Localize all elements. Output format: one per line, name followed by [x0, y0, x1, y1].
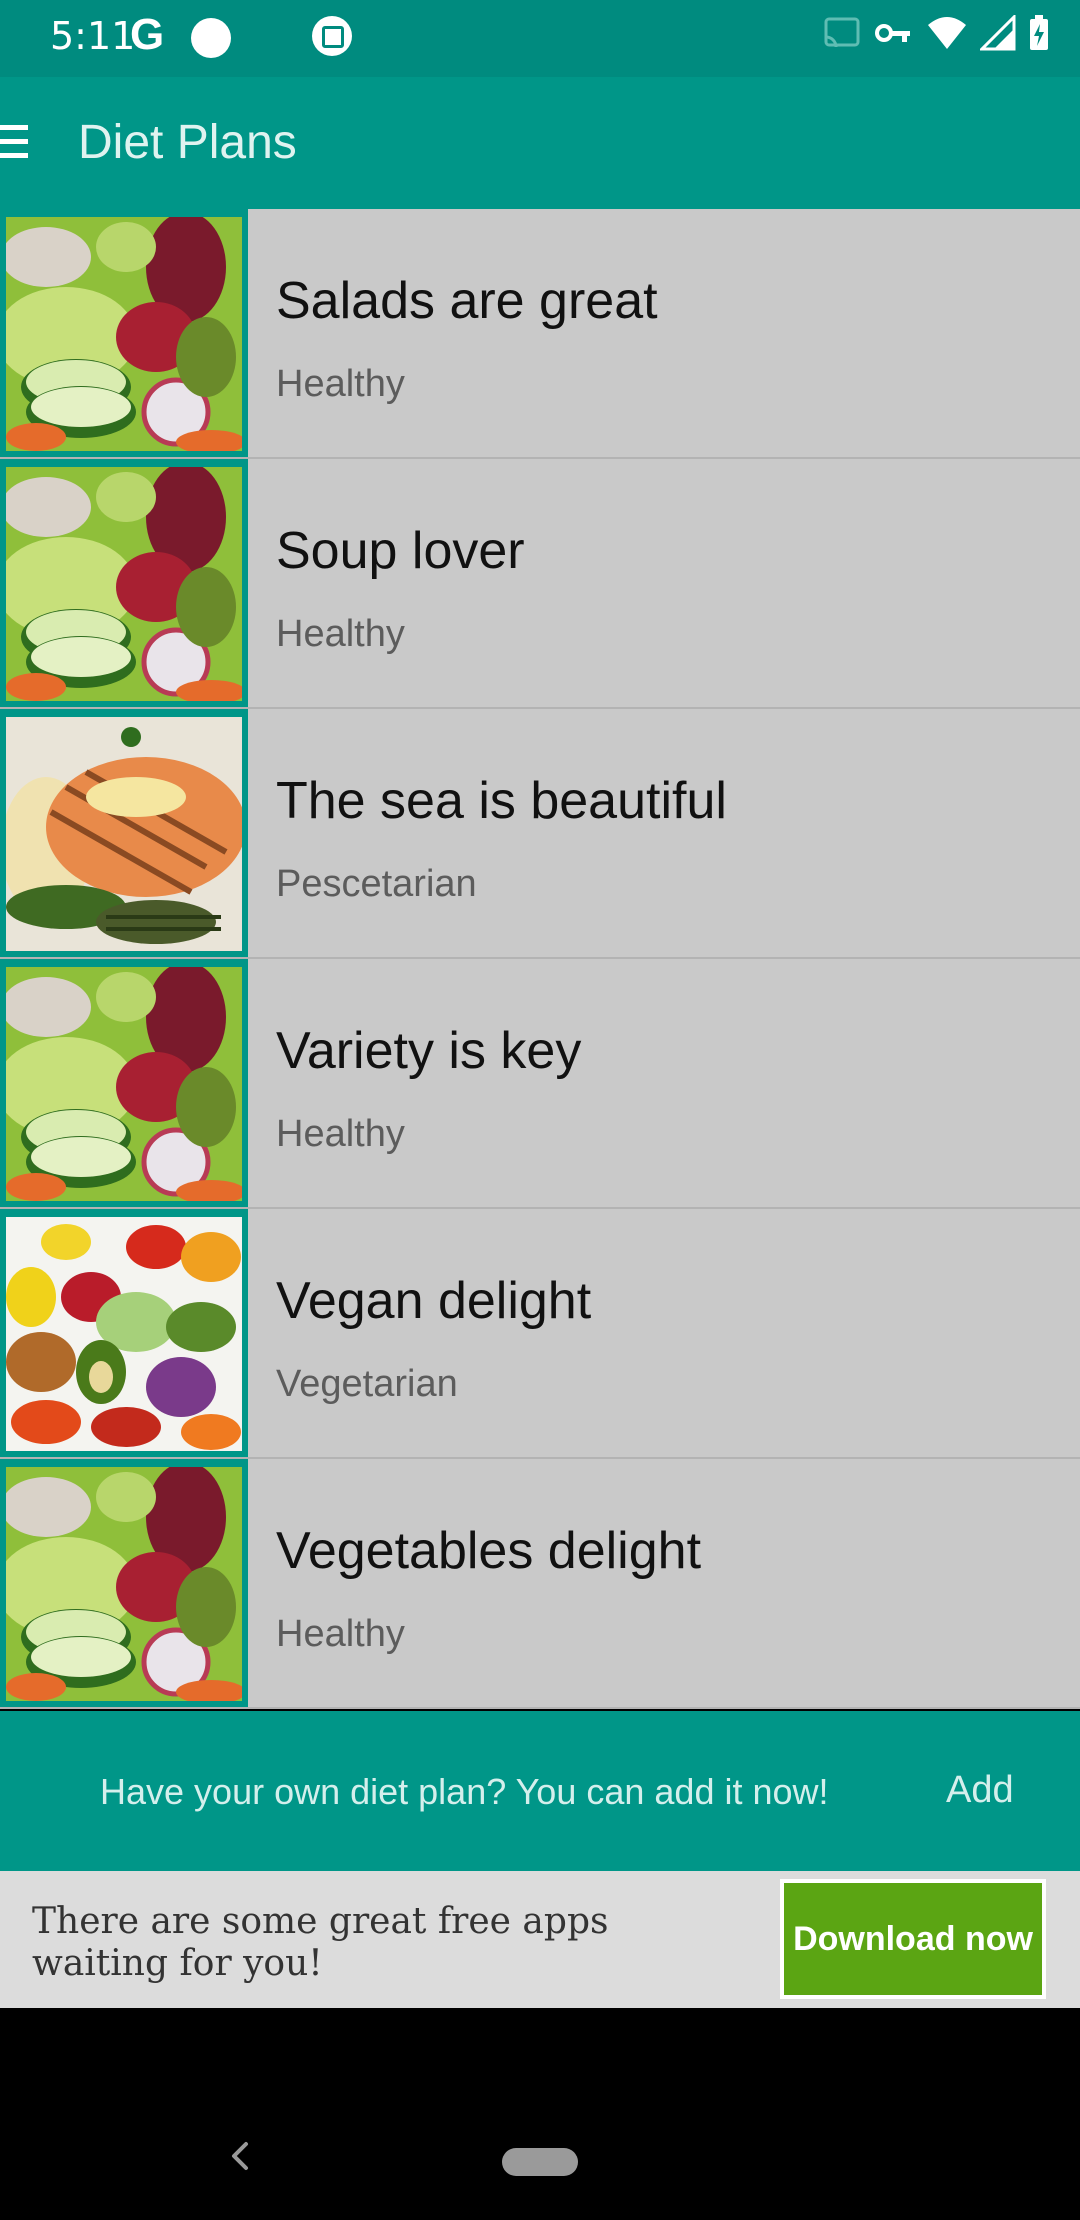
thumbnail-frame — [0, 709, 248, 957]
signal-icon — [980, 15, 1016, 51]
screenshot-icon — [312, 16, 352, 56]
vpn-key-icon — [875, 24, 910, 42]
ad-text: There are some great free apps waiting f… — [32, 1901, 609, 1984]
thumbnail-frame — [0, 959, 248, 1207]
google-icon: G — [130, 10, 165, 59]
status-icons — [822, 14, 1050, 52]
diet-plan-title: Soup lover — [276, 522, 525, 580]
app-bar: Diet Plans — [0, 77, 1080, 209]
status-bar: 5:11 G — [0, 0, 1080, 77]
vegetables-image — [6, 1217, 242, 1451]
add-button[interactable]: Add — [946, 1769, 1014, 1812]
diet-plan-item[interactable]: Variety is key Healthy — [0, 959, 1080, 1209]
add-plan-bar: Have your own diet plan? You can add it … — [0, 1711, 1080, 1871]
system-nav-bar — [0, 2008, 1080, 2220]
diet-plan-item[interactable]: Soup lover Healthy — [0, 459, 1080, 709]
diet-plan-title: Vegan delight — [276, 1272, 592, 1330]
menu-icon[interactable] — [0, 125, 30, 161]
notification-dot-icon — [191, 18, 231, 58]
salad-image — [6, 967, 242, 1201]
thumbnail-frame — [0, 1459, 248, 1707]
diet-plan-list: Salads are great Healthy Soup lover Heal… — [0, 209, 1080, 1709]
salad-image — [6, 467, 242, 701]
add-plan-prompt: Have your own diet plan? You can add it … — [100, 1771, 829, 1812]
diet-plan-title: The sea is beautiful — [276, 772, 727, 830]
thumbnail-frame — [0, 209, 248, 457]
salad-image — [6, 1467, 242, 1701]
diet-plan-category: Pescetarian — [276, 863, 477, 905]
ad-banner[interactable]: There are some great free apps waiting f… — [0, 1871, 1080, 2008]
diet-plan-title: Salads are great — [276, 272, 658, 330]
salmon-image — [6, 717, 242, 951]
diet-plan-item[interactable]: The sea is beautiful Pescetarian — [0, 709, 1080, 959]
home-pill-icon[interactable] — [502, 2148, 578, 2176]
diet-plan-title: Vegetables delight — [276, 1522, 702, 1580]
download-now-label: Download now — [784, 1883, 1042, 1995]
back-icon[interactable] — [228, 2138, 252, 2174]
thumbnail-frame — [0, 1209, 248, 1457]
page-title: Diet Plans — [78, 116, 297, 169]
diet-plan-category: Vegetarian — [276, 1363, 458, 1405]
diet-plan-category: Healthy — [276, 363, 405, 405]
diet-plan-category: Healthy — [276, 1113, 405, 1155]
salad-image — [6, 217, 242, 451]
thumbnail-frame — [0, 459, 248, 707]
diet-plan-item[interactable]: Vegetables delight Healthy — [0, 1459, 1080, 1709]
download-now-button[interactable]: Download now — [780, 1879, 1046, 1999]
diet-plan-category: Healthy — [276, 1613, 405, 1655]
diet-plan-category: Healthy — [276, 613, 405, 655]
battery-charging-icon — [1030, 15, 1048, 50]
diet-plan-item[interactable]: Salads are great Healthy — [0, 209, 1080, 459]
diet-plan-item[interactable]: Vegan delight Vegetarian — [0, 1209, 1080, 1459]
cast-icon — [824, 17, 860, 48]
status-time: 5:11 — [50, 14, 136, 58]
wifi-icon — [928, 17, 966, 49]
diet-plan-title: Variety is key — [276, 1022, 582, 1080]
